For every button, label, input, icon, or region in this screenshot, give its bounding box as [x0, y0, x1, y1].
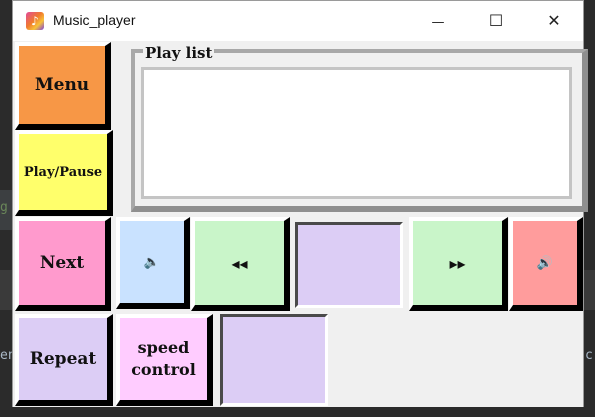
menu-button[interactable]: Menu [15, 42, 111, 130]
playlist-listbox[interactable] [141, 67, 572, 199]
speed-control-button[interactable]: speed control [116, 314, 213, 406]
progress-panel [295, 222, 403, 308]
play-pause-button[interactable]: Play/Pause [15, 130, 113, 216]
play-pause-button-label: Play/Pause [23, 164, 103, 180]
background-bar-left [0, 270, 12, 310]
close-button[interactable]: ✕ [525, 1, 583, 41]
repeat-button-label: Repeat [29, 349, 97, 369]
window-title: Music_player [53, 12, 136, 28]
background-code-fragment: g [0, 200, 8, 215]
minimize-icon: — [431, 15, 445, 30]
minimize-button[interactable]: — [409, 1, 467, 41]
background-code-fragment-3: c [585, 348, 593, 363]
next-button[interactable]: Next [15, 217, 111, 311]
speed-control-label-line1: speed [137, 338, 190, 357]
title-bar[interactable]: ♪ Music_player — ☐ ✕ [13, 1, 583, 41]
repeat-button[interactable]: Repeat [15, 314, 113, 406]
speed-control-label-line2: control [131, 360, 196, 379]
fast-forward-button[interactable]: ▸▸ [409, 217, 508, 311]
next-button-label: Next [39, 253, 85, 273]
player-content: Menu Play/Pause Play list Next 🔈 ◂◂ ▸▸ 🔊… [13, 41, 588, 407]
rewind-button[interactable]: ◂◂ [191, 217, 290, 311]
playlist-label: Play list [143, 44, 215, 62]
background-bar-right [584, 270, 595, 310]
music-note-icon: ♪ [26, 12, 44, 30]
fast-forward-icon: ▸▸ [449, 253, 466, 273]
volume-up-button[interactable]: 🔊 [509, 217, 583, 311]
speaker-high-icon: 🔊 [536, 255, 554, 271]
music-player-window: ♪ Music_player — ☐ ✕ Menu Play/Pause Pla… [12, 0, 588, 407]
maximize-icon: ☐ [488, 11, 504, 30]
maximize-button[interactable]: ☐ [467, 1, 525, 41]
volume-down-button[interactable]: 🔈 [116, 217, 190, 309]
speed-panel [220, 314, 328, 406]
speaker-low-icon: 🔈 [143, 254, 161, 270]
close-icon: ✕ [547, 11, 561, 30]
menu-button-label: Menu [34, 75, 90, 95]
rewind-icon: ◂◂ [231, 253, 248, 273]
